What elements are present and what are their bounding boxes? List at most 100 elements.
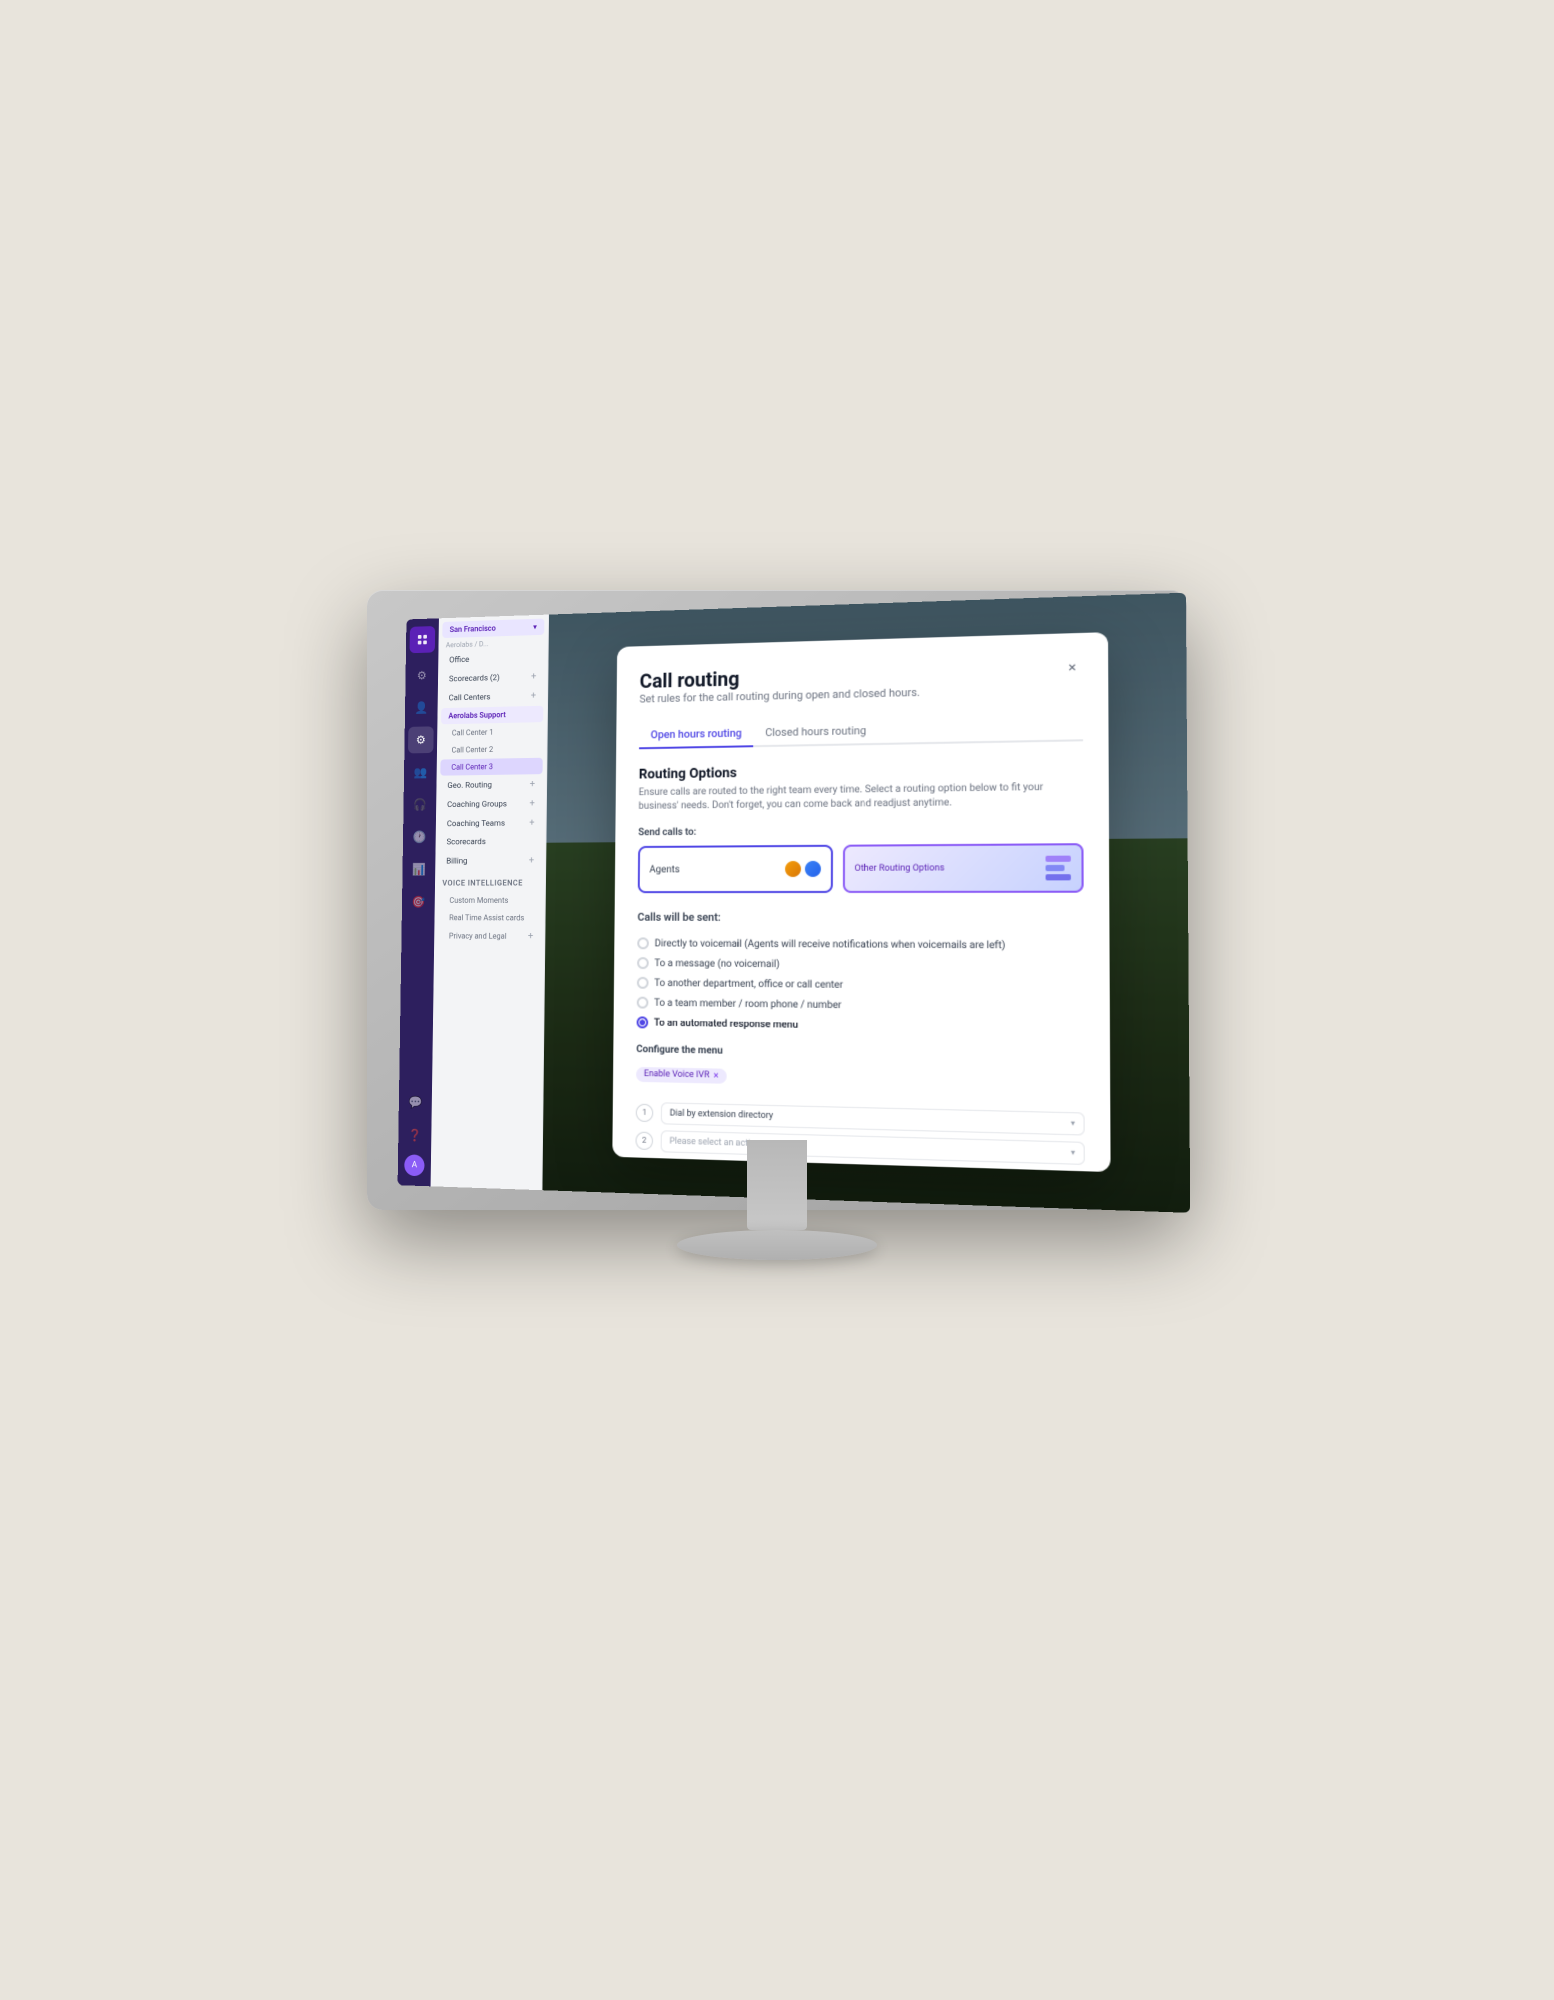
ivr-tag-close-button[interactable]: ×: [713, 1070, 718, 1081]
sidebar-item-office[interactable]: Office: [442, 649, 544, 669]
nav-icon-user[interactable]: 👤: [408, 694, 434, 721]
location-label: San Francisco: [450, 624, 496, 634]
app-container: ⚙ 👤 ⚙ 👥 🎧 🕐 📊 🎯 💬 ❓ A San Franc: [398, 593, 1191, 1213]
nav-icon-profile[interactable]: A: [404, 1154, 424, 1176]
cc2-label: Call Center 2: [451, 745, 493, 754]
sc2-label: Scorecards: [447, 837, 486, 847]
cc3-label: Call Center 3: [451, 762, 493, 771]
routing-options-cards: Agents Other Rou: [638, 843, 1084, 893]
menu-number-3: 3: [635, 1159, 653, 1172]
menu-select-1[interactable]: Dial by extension directory ▾: [661, 1102, 1085, 1135]
nav-icon-settings2[interactable]: ⚙: [408, 726, 434, 753]
menu-select-2-chevron: ▾: [1071, 1148, 1075, 1158]
sidebar-item-aerolabs[interactable]: Aerolabs Support: [441, 706, 543, 725]
billing-add-icon[interactable]: +: [529, 855, 534, 866]
radio-department-label: To another department, office or call ce…: [654, 978, 843, 991]
modal-tabs: Open hours routing Closed hours routing: [639, 714, 1083, 750]
ivr-tag-label: Enable Voice IVR: [644, 1069, 710, 1080]
privacy-label: Privacy and Legal: [449, 932, 507, 941]
modal-close-button[interactable]: ×: [1062, 657, 1083, 678]
privacy-add-icon[interactable]: +: [528, 931, 533, 942]
voice-intel-header: Voice Intelligence: [435, 871, 545, 892]
nav-icon-chart[interactable]: 📊: [406, 856, 432, 883]
radio-message-label: To a message (no voicemail): [654, 958, 779, 970]
nav-icon-target[interactable]: 🎯: [405, 888, 431, 915]
configure-menu-title: Configure the menu: [636, 1044, 1084, 1063]
other-routing-icon: [1046, 856, 1071, 881]
monitor-screen: ⚙ 👤 ⚙ 👥 🎧 🕐 📊 🎯 💬 ❓ A San Franc: [398, 593, 1191, 1213]
chevron-down-icon: ▾: [533, 623, 537, 632]
routing-options-desc: Ensure calls are routed to the right tea…: [638, 780, 1083, 813]
routing-options-title: Routing Options: [639, 760, 1083, 783]
radio-team-member-label: To a team member / room phone / number: [654, 997, 841, 1010]
sidebar-item-scorecards2[interactable]: Scorecards: [439, 833, 542, 851]
scorecards-label: Scorecards (2): [449, 673, 500, 684]
nav-icon-chat[interactable]: 💬: [402, 1088, 428, 1116]
tab-closed-hours[interactable]: Closed hours routing: [753, 718, 878, 747]
cm-label: Custom Moments: [449, 896, 508, 905]
sidebar-item-call-center-3[interactable]: Call Center 3: [440, 758, 542, 776]
radio-automated-circle: [637, 1016, 649, 1028]
geo-add-icon[interactable]: +: [530, 779, 535, 790]
sidebar-item-billing[interactable]: Billing +: [439, 851, 542, 870]
tab-open-hours[interactable]: Open hours routing: [639, 721, 753, 750]
sidebar-item-geo-routing[interactable]: Geo. Routing +: [440, 775, 543, 795]
geo-label: Geo. Routing: [447, 780, 492, 790]
calls-sent-section: Calls will be sent: Directly to voicemai…: [637, 911, 1085, 1039]
office-label: Office: [449, 655, 469, 665]
billing-label: Billing: [446, 856, 467, 866]
nav-icon-headset[interactable]: 🎧: [407, 791, 433, 818]
nav-icon-settings[interactable]: ⚙: [409, 662, 435, 689]
sidebar-secondary: San Francisco ▾ Aerolabs / D... Office S…: [431, 615, 549, 1191]
ivr-tag-container: Enable Voice IVR ×: [636, 1061, 1085, 1102]
nav-icon-team[interactable]: 👥: [407, 759, 433, 786]
send-calls-label: Send calls to:: [638, 824, 1083, 839]
calls-sent-title: Calls will be sent:: [637, 911, 1083, 925]
other-routing-card[interactable]: Other Routing Options: [842, 843, 1083, 893]
sidebar-item-custom-moments[interactable]: Custom Moments: [438, 892, 541, 909]
call-centers-label: Call Centers: [449, 692, 491, 703]
agents-routing-card[interactable]: Agents: [638, 845, 833, 893]
cc1-label: Call Center 1: [452, 728, 494, 737]
radio-automated-label: To an automated response menu: [654, 1017, 798, 1030]
modal-overlay: Call routing Set rules for the call rout…: [542, 593, 1190, 1213]
location-dropdown[interactable]: San Francisco ▾: [442, 619, 544, 639]
aerolabs-label: Aerolabs Support: [448, 710, 505, 720]
sidebar-item-coaching-groups[interactable]: Coaching Groups +: [440, 794, 543, 813]
call-routing-modal: Call routing Set rules for the call rout…: [612, 632, 1110, 1172]
monitor-wrapper: ⚙ 👤 ⚙ 👥 🎧 🕐 📊 🎯 💬 ❓ A San Franc: [327, 590, 1227, 1350]
agents-icon-group: [785, 861, 821, 877]
radio-voicemail-circle: [637, 937, 649, 949]
radio-voicemail-label: Directly to voicemail (Agents will recei…: [655, 938, 1006, 951]
monitor-bezel: ⚙ 👤 ⚙ 👥 🎧 🕐 📊 🎯 💬 ❓ A San Franc: [367, 590, 1187, 1210]
menu-number-2: 2: [635, 1131, 653, 1149]
scorecards-add-icon[interactable]: +: [531, 671, 536, 682]
radio-message-circle: [637, 957, 649, 969]
logo-icon[interactable]: [410, 626, 436, 653]
menu-select-1-value: Dial by extension directory: [670, 1108, 773, 1121]
main-content: Call routing Set rules for the call rout…: [542, 593, 1190, 1213]
agent-avatar-2: [804, 861, 820, 877]
sidebar-item-coaching-teams[interactable]: Coaching Teams +: [439, 814, 542, 833]
ct-add-icon[interactable]: +: [529, 818, 534, 829]
menu-select-1-chevron: ▾: [1071, 1118, 1075, 1128]
rta-label: Real Time Assist cards: [449, 913, 524, 922]
call-centers-add-icon[interactable]: +: [531, 691, 536, 702]
cg-label: Coaching Groups: [447, 799, 507, 809]
agents-label: Agents: [649, 864, 679, 875]
radio-team-member-circle: [637, 997, 649, 1009]
menu-number-1: 1: [636, 1103, 654, 1121]
sidebar-item-call-centers[interactable]: Call Centers +: [441, 687, 543, 708]
modal-header: Call routing Set rules for the call rout…: [639, 657, 1083, 719]
cg-add-icon[interactable]: +: [529, 798, 534, 809]
nav-icon-help[interactable]: ❓: [402, 1121, 428, 1149]
other-routing-label: Other Routing Options: [855, 863, 945, 873]
nav-icon-clock[interactable]: 🕐: [406, 823, 432, 850]
sidebar-item-call-center-2[interactable]: Call Center 2: [441, 740, 543, 758]
sidebar-item-privacy[interactable]: Privacy and Legal +: [438, 927, 541, 946]
sidebar-item-call-center-1[interactable]: Call Center 1: [441, 723, 543, 741]
monitor-stand-neck: [747, 1140, 807, 1230]
configure-menu-section: Configure the menu Enable Voice IVR ×: [635, 1044, 1085, 1172]
sidebar-item-rta[interactable]: Real Time Assist cards: [438, 910, 541, 927]
sidebar-item-scorecards[interactable]: Scorecards (2) +: [442, 667, 544, 688]
